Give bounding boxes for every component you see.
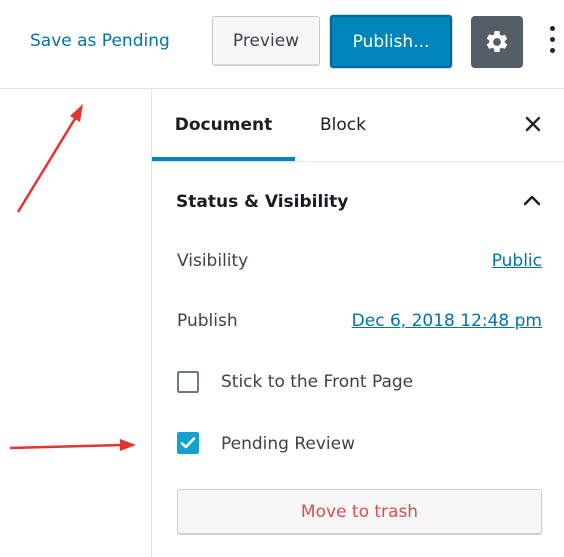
pending-review-label[interactable]: Pending Review [221,434,355,454]
settings-button[interactable] [471,16,523,68]
visibility-toggle-link[interactable]: Public [492,251,542,271]
panel-title[interactable]: Status & Visibility [176,192,348,212]
publish-label: Publish [177,311,238,331]
sticky-checkbox[interactable] [177,371,199,393]
sidebar-tabs: Document Block [152,89,564,161]
chevron-up-icon[interactable] [522,193,542,207]
tab-block[interactable]: Block [320,89,366,161]
close-icon[interactable] [524,115,542,133]
preview-button[interactable]: Preview [212,16,320,66]
move-to-trash-button[interactable]: Move to trash [177,489,542,535]
more-options-button[interactable] [548,26,558,58]
sticky-label[interactable]: Stick to the Front Page [221,372,413,392]
visibility-label: Visibility [177,251,249,271]
pending-review-checkbox[interactable] [177,432,199,454]
annotation-arrow-up [16,104,83,213]
annotation-arrow-right [9,439,136,451]
tabs-divider [152,161,564,162]
more-vertical-icon [550,26,555,31]
checkmark-icon [180,437,196,449]
gear-icon [486,31,508,52]
save-as-pending-button[interactable]: Save as Pending [30,31,170,51]
tab-document[interactable]: Document [152,89,295,161]
editor-header: Save as Pending Preview Publish... [0,0,564,88]
publish-button[interactable]: Publish... [330,15,452,68]
publish-date-link[interactable]: Dec 6, 2018 12:48 pm [352,311,542,331]
